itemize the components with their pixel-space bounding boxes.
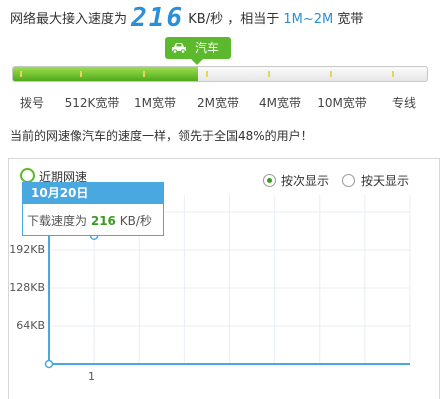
tooltip-label: 下载速度为 [27,214,88,228]
tooltip-unit: KB/秒 [119,214,152,228]
y-tick-label: 192KB [9,243,45,256]
tooltip-body: 下载速度为 216 KB/秒 [27,212,152,229]
tooltip-value: 216 [90,214,116,228]
origin-marker [44,359,54,369]
y-tick-label: 128KB [9,281,45,294]
y-tick-label: 64KB [16,319,45,332]
tooltip-date: 10月20日 [23,183,163,204]
data-point-tooltip: 10月20日 下载速度为 216 KB/秒 [22,182,164,236]
x-tick-label: 1 [88,370,95,383]
